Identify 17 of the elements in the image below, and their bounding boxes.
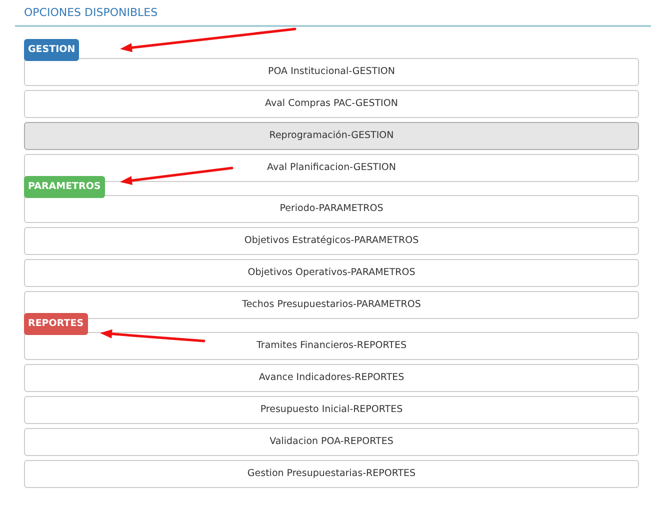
option-button[interactable]: Aval Compras PAC-GESTION: [24, 90, 639, 118]
option-button[interactable]: Tramites Financieros-REPORTES: [24, 332, 639, 360]
option-button[interactable]: Validacion POA-REPORTES: [24, 428, 639, 456]
option-button[interactable]: Reprogramación-GESTION: [24, 122, 639, 150]
option-button[interactable]: Gestion Presupuestarias-REPORTES: [24, 460, 639, 488]
option-button[interactable]: Aval Planificacion-GESTION: [24, 154, 639, 182]
option-button[interactable]: Presupuesto Inicial-REPORTES: [24, 396, 639, 424]
option-button[interactable]: POA Institucional-GESTION: [24, 58, 639, 86]
section-title: OPCIONES DISPONIBLES: [24, 5, 159, 21]
option-button[interactable]: Objetivos Operativos-PARAMETROS: [24, 259, 639, 287]
category-label: GESTION: [24, 39, 80, 61]
category-label: REPORTES: [24, 313, 88, 335]
option-button[interactable]: Techos Presupuestarios-PARAMETROS: [24, 291, 639, 319]
category-label: PARAMETROS: [24, 176, 105, 198]
option-button[interactable]: Periodo-PARAMETROS: [24, 195, 639, 223]
option-button[interactable]: Objetivos Estratégicos-PARAMETROS: [24, 227, 639, 255]
option-button[interactable]: Avance Indicadores-REPORTES: [24, 364, 639, 392]
